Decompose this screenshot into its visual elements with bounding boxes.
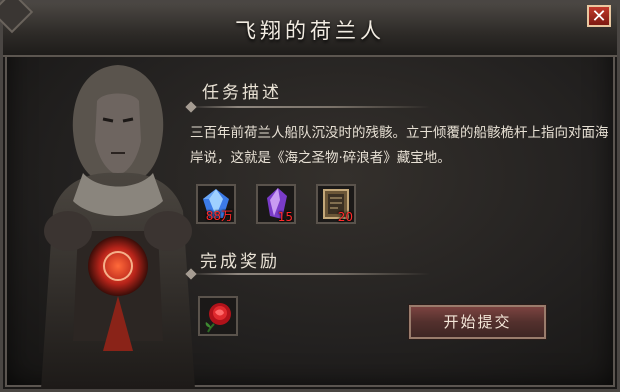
item-slot[interactable]: 15 [256,184,296,224]
reward-header: 完成奖励 [200,252,280,272]
submit-button[interactable]: 开始提交 [409,305,546,339]
dialog-title: 飞翔的荷兰人 [235,19,385,43]
item-count: 15 [277,210,293,224]
reward-slot[interactable] [198,296,238,336]
item-count: 88万 [205,209,233,223]
divider [190,273,430,275]
title-bar: 飞翔的荷兰人 [0,0,617,57]
item-slot[interactable]: 20 [316,184,356,224]
close-icon: ✕ [591,6,607,27]
item-slot[interactable]: 88万 [196,184,236,224]
quest-description-header: 任务描述 [202,83,282,103]
character-portrait [41,65,195,389]
red-rose-icon [205,303,231,333]
item-count: 20 [337,210,353,224]
divider [190,106,430,108]
quest-dialog: 飞翔的荷兰人 ✕ 任务描述 三百年前荷兰人船队沉没时的残骸。立于倾覆的船骸桅杆上… [0,0,620,392]
quest-description-text: 三百年前荷兰人船队沉没时的残骸。立于倾覆的船骸桅杆上指向对面海岸说，这就是《海之… [190,125,609,166]
close-button[interactable]: ✕ [587,5,611,27]
